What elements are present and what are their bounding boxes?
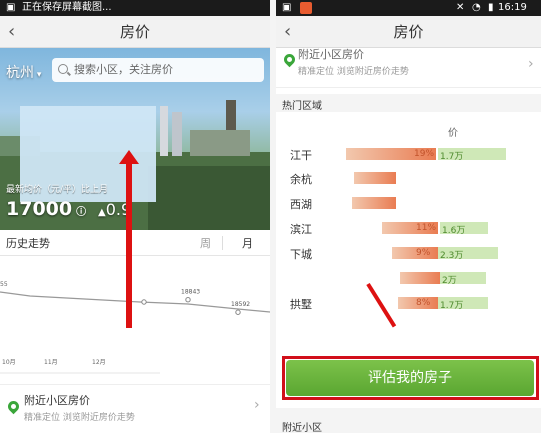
district-name: 拱墅 (290, 298, 312, 311)
tab-divider (222, 236, 223, 250)
data-point (185, 297, 191, 303)
price-label: 最新均价（元/平）比上月 (6, 185, 109, 195)
change-percent: 9% (416, 248, 431, 258)
change-bar (352, 197, 396, 209)
trend-title: 历史走势 (6, 237, 50, 250)
location-pin-icon (5, 398, 22, 415)
search-input[interactable]: 搜索小区，关注房价 (52, 58, 264, 82)
change-bar (400, 272, 440, 284)
annotation-arrow (126, 160, 132, 328)
info-icon[interactable]: ⓘ (76, 207, 86, 218)
district-name: 滨江 (290, 223, 312, 236)
buildings-shape (190, 130, 250, 156)
app-icon (300, 2, 312, 14)
page-title: 房价 (119, 23, 150, 41)
data-point (141, 299, 147, 305)
district-name: 下城 (290, 248, 312, 261)
mute-icon: ✕ (456, 2, 465, 13)
series-line (0, 291, 270, 313)
city-selector[interactable]: 杭州 ▾ (6, 62, 41, 82)
wifi-icon: ◔ (472, 2, 481, 13)
trend-header: 历史走势 周 月 (0, 230, 270, 256)
tower-shape (160, 106, 168, 156)
change-bar (392, 247, 438, 259)
nearby-prices-row[interactable]: 附近小区房价 精准定位 浏览附近房价走势 › (0, 384, 270, 433)
nearby-subtitle: 精准定位 浏览附近房价走势 (24, 413, 135, 423)
evaluate-house-button[interactable]: 评估我的房子 (286, 360, 534, 396)
price-value: 1.6万 (442, 226, 466, 236)
caret-down-icon: ▾ (34, 70, 42, 80)
chevron-right-icon: › (528, 56, 534, 72)
district-name: 江干 (290, 149, 312, 162)
price-column-head: 价 (448, 128, 458, 139)
tower-shape (172, 112, 182, 156)
city-label: 杭州 (6, 65, 34, 81)
price-value: 1.7万 (440, 152, 464, 162)
signal-icon: ▮ (488, 2, 494, 13)
status-time: 16:19 (498, 2, 527, 13)
price-value: 2.3万 (440, 251, 464, 261)
x-tick-label: 10月 (2, 359, 16, 366)
nav-bar: ‹ 房价 (276, 16, 541, 48)
search-placeholder: 搜索小区，关注房价 (74, 63, 173, 76)
up-arrow-icon: ▲ (98, 207, 106, 218)
search-icon (58, 64, 68, 74)
left-screen: ▣ 正在保存屏幕截图... ‹ 房价 杭州 ▾ 搜索小区，关注房价 最新均价（元… (0, 0, 270, 433)
location-pin-icon (281, 51, 298, 68)
page-title: 房价 (393, 23, 424, 41)
chevron-right-icon: › (254, 397, 260, 413)
data-point (235, 309, 241, 315)
annotation-arrow-head (119, 150, 139, 164)
history-chart: 55 18843 18592 10月 11月 12月 (0, 281, 270, 374)
status-bar: ▣ ✕ ◔ ▮ 16:19 (276, 0, 541, 16)
change-percent: 11% (416, 223, 437, 233)
x-tick-label: 12月 (92, 359, 106, 366)
y-tick-label: 55 (0, 281, 8, 288)
x-tick-label: 11月 (44, 359, 58, 366)
nearby-title: 附近小区房价 (24, 394, 90, 407)
district-name: 西湖 (290, 198, 312, 211)
nearby-prices-row[interactable]: 附近小区房价 精准定位 浏览附近房价走势 › (276, 48, 541, 88)
nearby-title: 附近小区房价 (298, 48, 364, 61)
hero-banner: 杭州 ▾ 搜索小区，关注房价 最新均价（元/平）比上月 17000 ⓘ ▲0.9 (0, 48, 270, 230)
change-percent: 19% (414, 149, 435, 159)
price-value: 2万 (442, 276, 457, 286)
hot-area-title: 热门区域 (282, 101, 322, 112)
nav-bar: ‹ 房价 (0, 16, 270, 48)
tab-month[interactable]: 月 (242, 235, 253, 251)
change-bar (354, 172, 396, 184)
change-percent: 8% (416, 298, 431, 308)
hot-area-header: 热门区域 (276, 94, 541, 112)
district-name: 余杭 (290, 173, 312, 186)
data-label: 18592 (231, 301, 250, 308)
price-number: 17000 (6, 198, 73, 220)
annotation-line (366, 282, 397, 328)
mosaic-shape (148, 166, 270, 230)
data-label: 18843 (181, 289, 200, 296)
status-bar: ▣ 正在保存屏幕截图... (0, 0, 270, 16)
price-value: 17000 ⓘ (6, 198, 86, 220)
nearby-subtitle: 精准定位 浏览附近房价走势 (298, 67, 409, 77)
nearby-section-header: 附近小区 (276, 408, 541, 433)
price-value: 1.7万 (440, 301, 464, 311)
nearby-section-title: 附近小区 (282, 423, 322, 433)
screenshot-icon: ▣ (6, 2, 16, 13)
tab-week[interactable]: 周 (200, 235, 211, 251)
picture-icon: ▣ (282, 2, 292, 13)
status-text: 正在保存屏幕截图... (22, 2, 112, 13)
right-screen: ▣ ✕ ◔ ▮ 16:19 ‹ 房价 附近小区房价 精准定位 浏览附近房价走势 … (276, 0, 541, 433)
